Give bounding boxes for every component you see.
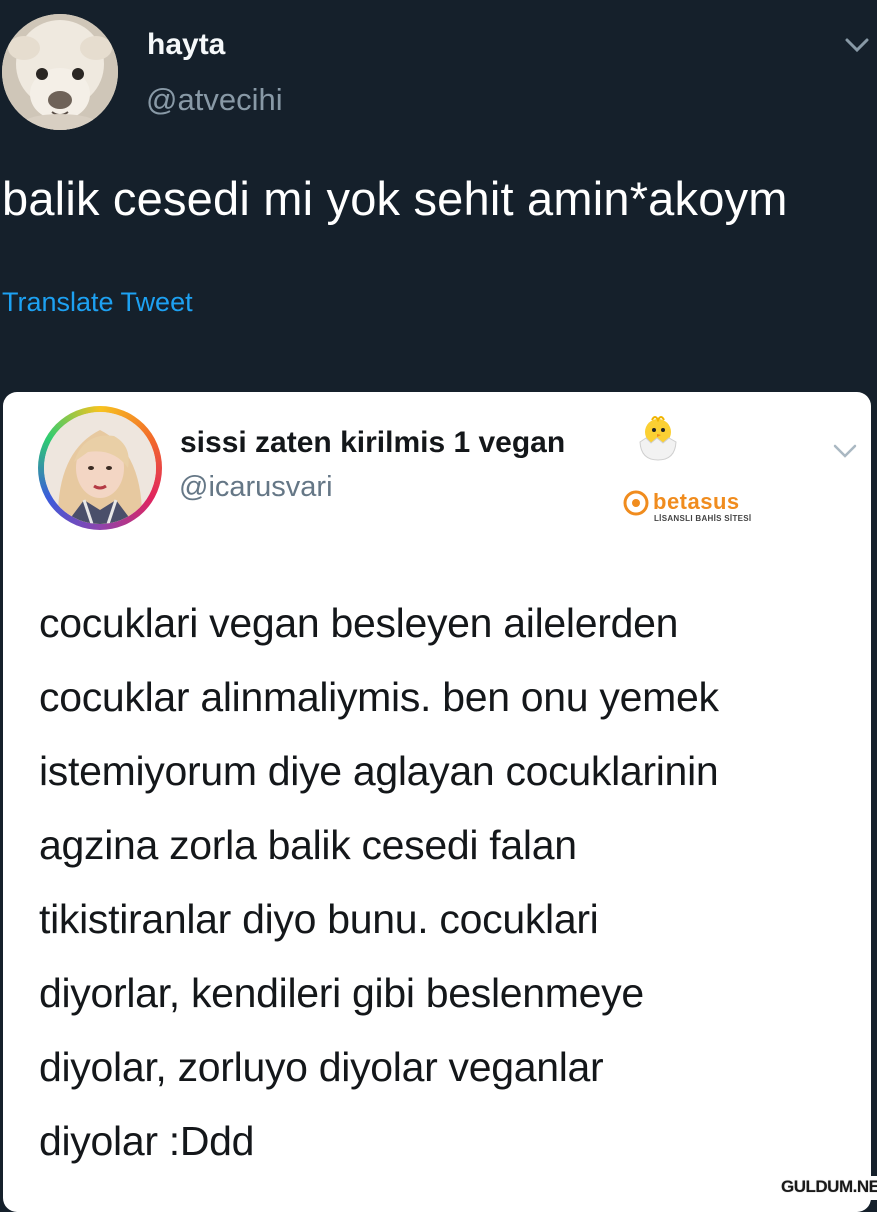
quoted-text-line: diyolar :Ddd [39, 1118, 255, 1164]
watermark-tagline: LİSANSLI BAHİS SİTESİ [654, 514, 752, 523]
quoted-text-line: diyorlar, kendileri gibi beslenmeye [39, 970, 644, 1016]
quoted-text-line: istemiyorum diye aglayan cocuklarinin [39, 748, 719, 794]
quoted-text-line: cocuklari vegan besleyen ailelerden [39, 600, 679, 646]
author-handle[interactable]: @atvecihi [146, 82, 283, 118]
watermark-brand: betasus [653, 489, 740, 514]
quoted-tweet-text: cocuklari vegan besleyen ailelerden cocu… [39, 586, 859, 1178]
tweet-text: balik cesedi mi yok sehit amin*akoym [2, 172, 788, 225]
chevron-down-icon[interactable] [831, 440, 859, 462]
quoted-text-line: diyolar, zorluyo diyolar veganlar [39, 1044, 604, 1090]
main-tweet: hayta @atvecihi balik cesedi mi yok sehi… [0, 0, 877, 392]
site-watermark-text: GULDUM.NET [781, 1177, 877, 1196]
story-ring [38, 406, 162, 530]
quoted-author-name[interactable]: sissi zaten kirilmis 1 vegan [180, 426, 565, 460]
quoted-text-line: cocuklar alinmaliymis. ben onu yemek [39, 674, 719, 720]
quoted-text-line: tikistiranlar diyo bunu. cocuklari [39, 896, 599, 942]
author-name[interactable]: hayta [147, 28, 225, 62]
betasus-watermark: betasus LİSANSLI BAHİS SİTESİ [623, 489, 763, 526]
hatching-chick-icon [639, 416, 677, 461]
translate-tweet-link[interactable]: Translate Tweet [2, 287, 193, 318]
site-watermark: GULDUM.NET [777, 1176, 877, 1200]
quoted-tweet-card[interactable]: sissi zaten kirilmis 1 vegan @icarusvari… [3, 392, 871, 1212]
chevron-down-icon[interactable] [843, 34, 871, 56]
alpaca-avatar[interactable] [2, 14, 118, 130]
quoted-author-handle[interactable]: @icarusvari [179, 471, 333, 504]
woman-avatar[interactable] [44, 412, 156, 524]
betasus-logo-icon [623, 490, 649, 516]
quoted-text-line: agzina zorla balik cesedi falan [39, 822, 577, 868]
